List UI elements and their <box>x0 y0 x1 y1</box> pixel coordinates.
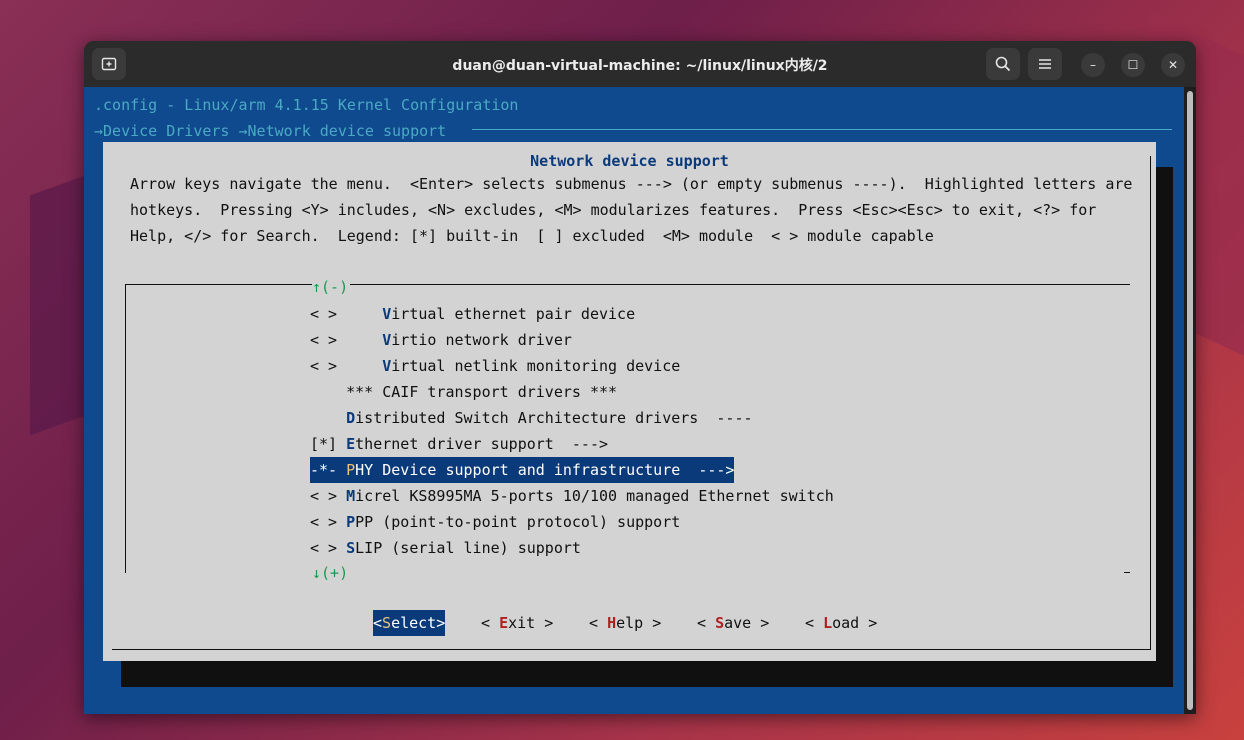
scrollbar-thumb[interactable] <box>1187 91 1193 710</box>
menu-item-ppp-support[interactable]: < > PPP (point-to-point protocol) suppor… <box>310 509 680 535</box>
config-header: .config - Linux/arm 4.1.15 Kernel Config… <box>94 96 519 114</box>
load-button[interactable]: < Load > <box>805 610 877 636</box>
dialog-border <box>112 649 1151 650</box>
scroll-down-indicator: ↓(+) <box>312 564 349 582</box>
close-button[interactable]: ✕ <box>1161 53 1185 77</box>
menu-item-slip-support[interactable]: < > SLIP (serial line) support <box>310 535 581 561</box>
breadcrumb-rule <box>472 129 1172 130</box>
menuconfig-dialog: Network device support Arrow keys naviga… <box>103 142 1156 661</box>
help-line: Arrow keys navigate the menu. <Enter> se… <box>130 175 1133 193</box>
menu-item-phy-device-support-selected[interactable]: -*- PHY Device support and infrastructur… <box>310 457 735 483</box>
help-button[interactable]: < Help > <box>589 610 661 636</box>
terminal-window: duan@duan-virtual-machine: ~/linux/linux… <box>84 41 1196 714</box>
menu-item-caif-comment: *** CAIF transport drivers *** <box>346 383 618 401</box>
help-line: hotkeys. Pressing <Y> includes, <N> excl… <box>130 201 1097 219</box>
title-bar[interactable]: duan@duan-virtual-machine: ~/linux/linux… <box>84 41 1196 87</box>
menu-item-virtual-netlink-monitoring[interactable]: < > Virtual netlink monitoring device <box>310 353 680 379</box>
menu-item-micrel-ks8995ma[interactable]: < > Micrel KS8995MA 5-ports 10/100 manag… <box>310 483 834 509</box>
maximize-button[interactable]: ☐ <box>1121 53 1145 77</box>
breadcrumb: →Device Drivers →Network device support <box>94 122 447 140</box>
menu-item-dsa-drivers[interactable]: Distributed Switch Architecture drivers … <box>310 405 752 431</box>
minimize-button[interactable]: – <box>1081 53 1105 77</box>
terminal-scrollbar[interactable] <box>1184 87 1196 714</box>
menu-item-ethernet-driver-support[interactable]: [*] Ethernet driver support ---> <box>310 431 608 457</box>
dialog-border <box>1150 156 1151 650</box>
exit-button[interactable]: < Exit > <box>481 610 553 636</box>
menu-item-virtio-network-driver[interactable]: < > Virtio network driver <box>310 327 572 353</box>
menu-item-virtual-ethernet-pair[interactable]: < > Virtual ethernet pair device <box>310 301 635 327</box>
terminal-area[interactable]: .config - Linux/arm 4.1.15 Kernel Config… <box>84 87 1184 714</box>
hamburger-menu-icon[interactable] <box>1028 48 1062 80</box>
search-icon[interactable] <box>986 48 1020 80</box>
help-line: Help, </> for Search. Legend: [*] built-… <box>130 227 934 245</box>
select-button[interactable]: <Select> <box>373 610 446 636</box>
scroll-up-indicator: ↑(-) <box>312 274 351 300</box>
save-button[interactable]: < Save > <box>697 610 769 636</box>
